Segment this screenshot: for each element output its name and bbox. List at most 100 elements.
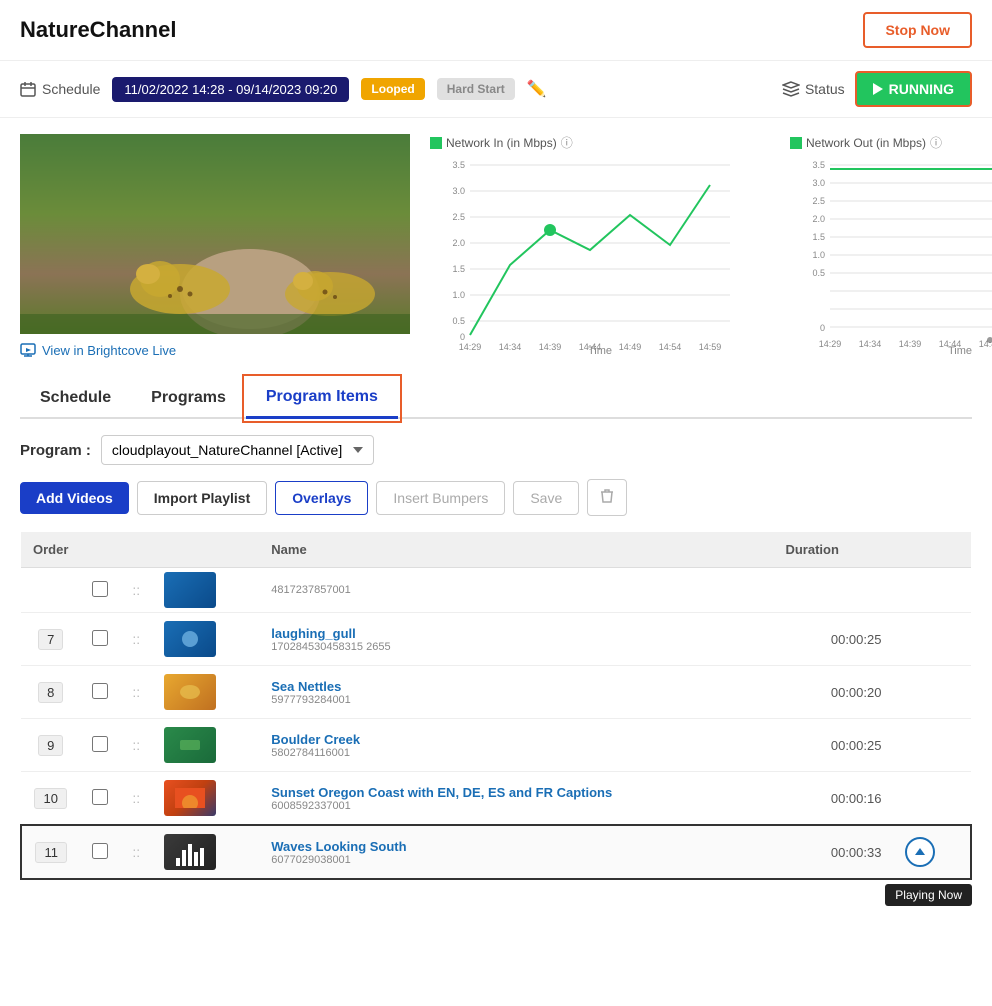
row-checkbox-8[interactable]: [92, 683, 108, 699]
view-brightcove-link[interactable]: View in Brightcove Live: [20, 342, 410, 358]
order-badge-8: 8: [38, 682, 63, 703]
status-stack-icon: [782, 81, 800, 97]
network-out-chart-area: 3.5 3.0 2.5 2.0 1.5 1.0 0.5 0 1.0 0.9 0.…: [790, 155, 992, 355]
svg-text:1.0: 1.0: [812, 250, 825, 260]
drag-handle-8[interactable]: ::: [132, 684, 140, 700]
order-badge-11: 11: [35, 842, 67, 863]
playing-now-badge: Playing Now: [885, 884, 972, 906]
drag-handle-9[interactable]: ::: [132, 737, 140, 753]
svg-text:2.0: 2.0: [452, 238, 465, 248]
drag-handle-10[interactable]: ::: [132, 790, 140, 806]
svg-text:3.0: 3.0: [452, 186, 465, 196]
save-button[interactable]: Save: [513, 481, 579, 515]
looped-badge: Looped: [361, 78, 424, 100]
row-checkbox-7[interactable]: [92, 630, 108, 646]
video-preview: [20, 134, 410, 334]
brightcove-icon: [20, 342, 36, 358]
item-name-11: Waves Looking South: [271, 839, 761, 854]
svg-text:14:54: 14:54: [659, 342, 682, 352]
app-header: NatureChannel Stop Now: [0, 0, 992, 61]
item-name-7: laughing_gull: [271, 626, 761, 641]
up-arrow-icon: [914, 846, 926, 858]
svg-text:14:29: 14:29: [459, 342, 482, 352]
svg-text:14:39: 14:39: [539, 342, 562, 352]
info-icon-in[interactable]: ⓘ: [561, 134, 573, 151]
col-thumb: [152, 532, 259, 568]
svg-text:0: 0: [460, 332, 465, 342]
svg-text:1.0: 1.0: [452, 290, 465, 300]
network-in-svg: 3.5 3.0 2.5 2.0 1.5 1.0 0.5 0 14:29 14:3…: [430, 155, 750, 355]
network-out-legend-dot: [790, 137, 802, 149]
charts-container: Network In (in Mbps) ⓘ 3.5: [430, 134, 992, 357]
order-badge-10: 10: [34, 788, 66, 809]
stop-now-button[interactable]: Stop Now: [863, 12, 972, 48]
item-id-10: 6008592337001: [271, 800, 761, 812]
order-badge-7: 7: [38, 629, 63, 650]
svg-text:3.5: 3.5: [812, 160, 825, 170]
add-videos-button[interactable]: Add Videos: [20, 482, 129, 514]
row-duration-10: 00:00:16: [773, 772, 893, 826]
tab-programs[interactable]: Programs: [131, 378, 246, 417]
row-checkbox-partial[interactable]: [92, 581, 108, 597]
tab-schedule[interactable]: Schedule: [20, 378, 131, 417]
svg-text:14:34: 14:34: [859, 339, 882, 349]
overlays-button[interactable]: Overlays: [275, 481, 368, 515]
app-title: NatureChannel: [20, 17, 176, 43]
svg-text:1.5: 1.5: [452, 264, 465, 274]
row-duration-8: 00:00:20: [773, 666, 893, 719]
row-checkbox-9[interactable]: [92, 736, 108, 752]
up-arrow-button-11[interactable]: [905, 837, 935, 867]
tab-program-items[interactable]: Program Items: [246, 378, 398, 419]
col-name: Name: [259, 532, 773, 568]
drag-handle-7[interactable]: ::: [132, 631, 140, 647]
drag-handle-11[interactable]: ::: [132, 844, 140, 860]
svg-text:0.5: 0.5: [452, 316, 465, 326]
preview-row: View in Brightcove Live Network In (in M…: [20, 134, 972, 358]
order-badge-9: 9: [38, 735, 63, 756]
svg-text:14:44: 14:44: [939, 339, 962, 349]
svg-text:14:39: 14:39: [899, 339, 922, 349]
edit-icon[interactable]: ✏️: [527, 79, 547, 99]
info-icon-out[interactable]: ⓘ: [930, 134, 942, 151]
drag-handle-partial[interactable]: ::: [132, 582, 140, 598]
svg-text:14:34: 14:34: [499, 342, 522, 352]
col-drag: [120, 532, 152, 568]
table-body: :: 4817237857001 7 ::: [21, 568, 971, 880]
svg-text:2.5: 2.5: [452, 212, 465, 222]
row-checkbox-10[interactable]: [92, 789, 108, 805]
svg-text:2.5: 2.5: [812, 196, 825, 206]
action-buttons: Add Videos Import Playlist Overlays Inse…: [20, 479, 972, 516]
svg-text:0.5: 0.5: [812, 268, 825, 278]
network-in-chart-area: 3.5 3.0 2.5 2.0 1.5 1.0 0.5 0 14:29 14:3…: [430, 155, 770, 355]
playing-now-container: Playing Now: [20, 884, 972, 906]
col-duration: Duration: [773, 532, 893, 568]
tabs: Schedule Programs Program Items: [20, 378, 972, 419]
delete-button[interactable]: [587, 479, 627, 516]
table-row: 7 :: laughing_gull 170284530458315 2655 …: [21, 613, 971, 666]
item-id-8: 5977793284001: [271, 694, 761, 706]
trash-icon: [600, 488, 614, 504]
row-duration-11: 00:00:33: [773, 825, 893, 879]
schedule-label-text: Schedule: [42, 81, 100, 97]
program-select[interactable]: cloudplayout_NatureChannel [Active]: [101, 435, 374, 465]
table-row: 9 :: Boulder Creek 5802784116001 00:00:2…: [21, 719, 971, 772]
network-in-legend-dot: [430, 137, 442, 149]
playlist-table: Order Name Duration :: 4817237857001: [20, 532, 972, 880]
thumb-8: [164, 674, 216, 710]
row-checkbox-11[interactable]: [92, 843, 108, 859]
col-check: [80, 532, 120, 568]
svg-text:0: 0: [820, 323, 825, 333]
preview-section: View in Brightcove Live: [20, 134, 410, 358]
insert-bumpers-button[interactable]: Insert Bumpers: [376, 481, 505, 515]
network-in-chart: Network In (in Mbps) ⓘ 3.5: [430, 134, 770, 357]
table-row: :: 4817237857001: [21, 568, 971, 613]
video-scene: [20, 134, 410, 334]
network-out-title: Network Out (in Mbps) ⓘ: [790, 134, 992, 151]
thumb-11: [164, 834, 216, 870]
running-button[interactable]: RUNNING: [855, 71, 972, 107]
svg-text:14:49: 14:49: [619, 342, 642, 352]
network-out-svg: 3.5 3.0 2.5 2.0 1.5 1.0 0.5 0 1.0 0.9 0.…: [790, 155, 992, 355]
status-section: Status RUNNING: [782, 71, 972, 107]
import-playlist-button[interactable]: Import Playlist: [137, 481, 267, 515]
main-content: View in Brightcove Live Network In (in M…: [0, 118, 992, 922]
